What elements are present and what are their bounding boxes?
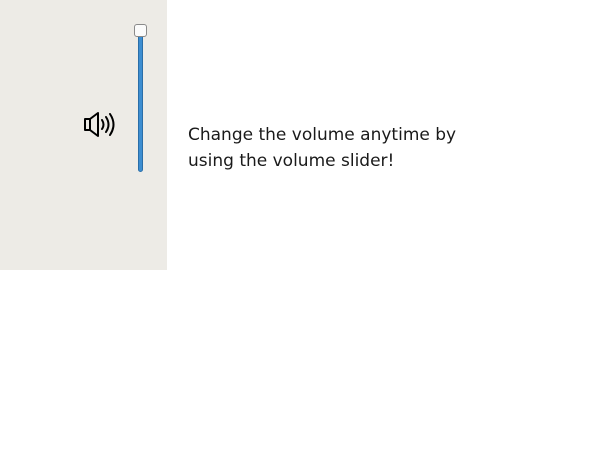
volume-slider[interactable] bbox=[134, 24, 148, 174]
screen: Change the volume anytime by using the v… bbox=[0, 0, 600, 450]
volume-slider-thumb[interactable] bbox=[134, 24, 147, 37]
speaker-volume-icon[interactable] bbox=[83, 110, 123, 140]
hint-line-1: Change the volume anytime by bbox=[188, 125, 457, 145]
volume-panel bbox=[0, 0, 167, 270]
volume-slider-track[interactable] bbox=[138, 30, 143, 172]
volume-hint-text: Change the volume anytime by using the v… bbox=[188, 122, 508, 174]
hint-line-2: using the volume slider! bbox=[188, 151, 395, 171]
